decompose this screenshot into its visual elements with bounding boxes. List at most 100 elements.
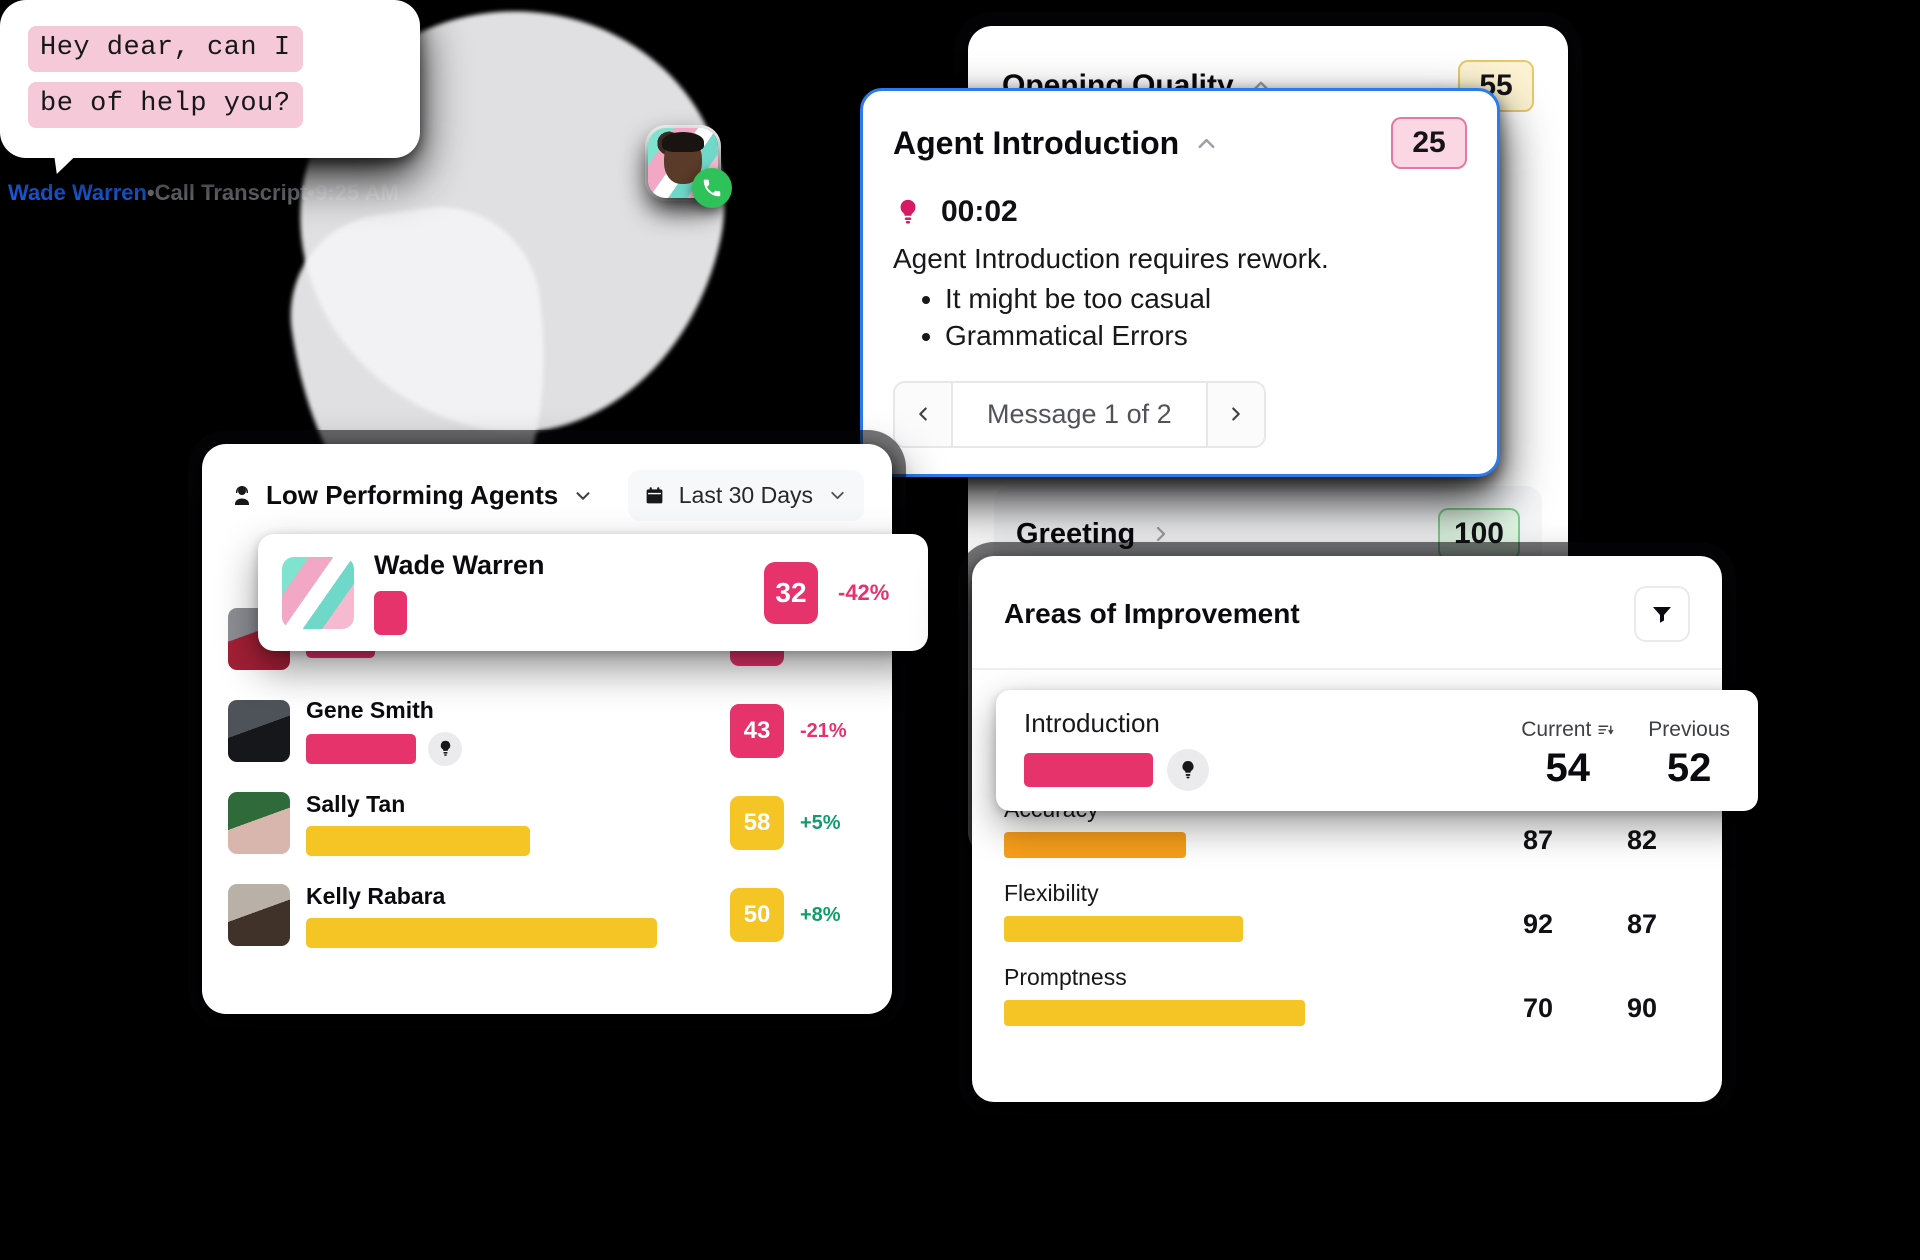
areas-of-improvement-title: Areas of Improvement: [1004, 598, 1300, 629]
metric-row[interactable]: Promptness 70 90: [972, 954, 1722, 1038]
table-row[interactable]: Sally Tan 58 +5%: [202, 777, 892, 869]
metric-info: Flexibility: [1004, 880, 1482, 942]
agent-score-badge: 32: [764, 561, 818, 624]
avatar-hair: [662, 132, 704, 152]
metric-info: Promptness: [1004, 964, 1482, 1026]
metric-current-value: 70: [1522, 993, 1554, 1023]
insight-summary: Agent Introduction requires rework.: [893, 243, 1329, 274]
metric-name: Flexibility: [1004, 880, 1099, 906]
areas-of-improvement-header: Areas of Improvement: [972, 556, 1722, 670]
bubble-tail: [52, 140, 92, 174]
metric-current-value: 87: [1522, 825, 1554, 855]
agent-info: Sally Tan: [306, 791, 714, 856]
metric-name: Promptness: [1004, 964, 1127, 990]
metric-current-value: 92: [1522, 909, 1554, 939]
metric-info: Introduction: [1024, 708, 1521, 791]
score-bar: [306, 917, 657, 948]
previous-message-button[interactable]: [895, 382, 953, 446]
low-performing-agents-title: Low Performing Agents: [266, 480, 559, 510]
agent-score-badge: 58: [730, 796, 784, 850]
chevron-down-icon[interactable]: [572, 485, 594, 507]
chevron-right-icon[interactable]: [1149, 522, 1173, 546]
agent-name: Gene Smith: [306, 696, 434, 723]
table-row[interactable]: Kelly Rabara 50 +8%: [202, 869, 892, 961]
transcript-line: Hey dear, can I: [28, 26, 303, 72]
date-range-label: Last 30 Days: [678, 482, 813, 508]
score-bar-wrap: [306, 731, 714, 766]
previous-label: Previous: [1648, 718, 1730, 741]
metric-name: Introduction: [1024, 708, 1160, 738]
sort-icon[interactable]: [1597, 722, 1614, 739]
agent-name: Wade Warren: [374, 550, 545, 580]
insight-time-row: 00:02: [893, 195, 1467, 229]
agent-info: Kelly Rabara: [306, 883, 714, 948]
low-performing-agents-card: Low Performing Agents Last 30 Days Gene …: [202, 444, 892, 1014]
agent-introduction-header[interactable]: Agent Introduction 25: [893, 117, 1467, 169]
insight-issue-item: It might be too casual: [945, 281, 1467, 318]
avatar: [228, 884, 290, 946]
score-bar: [306, 825, 531, 856]
agent-delta: +8%: [800, 903, 841, 926]
metric-columns: Current 54 Previous 52: [1521, 718, 1730, 791]
lightbulb-icon[interactable]: [428, 731, 463, 766]
agent-introduction-score-badge: 25: [1391, 117, 1467, 169]
metric-bar: [1004, 1000, 1306, 1026]
metric-bar: [1004, 832, 1186, 858]
score-bar-wrap: [374, 591, 744, 635]
score-bar: [306, 733, 417, 764]
insight-timestamp: 00:02: [941, 195, 1018, 228]
agent-info: Gene Smith: [306, 697, 714, 766]
lightbulb-icon[interactable]: [1167, 749, 1210, 791]
phone-icon[interactable]: [692, 168, 732, 208]
previous-column: Previous 52: [1648, 718, 1730, 791]
transcript-source: Call Transcript: [154, 180, 308, 205]
low-performing-agents-header: Low Performing Agents Last 30 Days: [202, 444, 892, 531]
agent-score-badge: 43: [730, 704, 784, 758]
agent-score-badge: 50: [730, 888, 784, 942]
metric-current-value: 54: [1545, 746, 1591, 790]
agent-name: Sally Tan: [306, 790, 406, 817]
metric-row[interactable]: Flexibility 92 87: [972, 870, 1722, 954]
table-row[interactable]: Gene Smith 43 -21%: [202, 685, 892, 777]
screenshot-stage: Opening Quality 55 Greeting 100 Hey dear…: [0, 0, 1920, 1260]
featured-agent-row[interactable]: Wade Warren 32 -42%: [258, 534, 928, 651]
current-label: Current: [1521, 718, 1592, 741]
current-column[interactable]: Current 54: [1521, 718, 1614, 791]
metric-previous-value: 82: [1626, 825, 1658, 855]
chat-bubble: Hey dear, can I be of help you?: [0, 0, 420, 174]
previous-column-header: Previous: [1648, 718, 1730, 742]
meta-separator: •: [146, 180, 155, 205]
insight-issue-list: It might be too casual Grammatical Error…: [945, 281, 1467, 355]
agent-introduction-card: Agent Introduction 25 00:02 Agent Introd…: [860, 88, 1500, 477]
agent-delta: -42%: [838, 579, 890, 605]
transcript-line: be of help you?: [28, 82, 303, 128]
date-range-selector[interactable]: Last 30 Days: [627, 470, 864, 521]
areas-of-improvement-card: Areas of Improvement Accuracy 87 82 Flex…: [972, 556, 1722, 1102]
metric-previous-value: 52: [1666, 746, 1712, 790]
agent-info: Wade Warren: [374, 550, 744, 635]
agent-delta: +5%: [800, 811, 841, 834]
chevron-up-icon[interactable]: [1193, 130, 1220, 157]
agent-name: Kelly Rabara: [306, 882, 446, 909]
metric-previous-value: 87: [1626, 909, 1658, 939]
agent-delta: -21%: [800, 719, 847, 742]
insight-issue-item: Grammatical Errors: [945, 318, 1467, 355]
filter-icon[interactable]: [1634, 586, 1690, 642]
next-message-button[interactable]: [1205, 382, 1264, 446]
featured-metric-row[interactable]: Introduction Current 54 Previous 52: [996, 690, 1758, 811]
lightbulb-icon: [893, 197, 923, 227]
message-navigator: Message 1 of 2: [893, 380, 1266, 448]
calendar-icon: [644, 485, 665, 506]
greeting-label: Greeting: [1016, 517, 1136, 550]
current-column-header: Current: [1521, 718, 1614, 742]
chevron-down-icon[interactable]: [827, 485, 848, 506]
transcript-agent-name[interactable]: Wade Warren: [8, 180, 147, 205]
avatar: [228, 700, 290, 762]
agent-headset-icon: [230, 484, 254, 508]
greeting-score-badge: 100: [1437, 508, 1520, 560]
low-performing-agents-title-group[interactable]: Low Performing Agents: [230, 480, 594, 511]
score-bar-wrap: [306, 917, 714, 948]
metric-previous-value: 90: [1626, 993, 1658, 1023]
metric-bar: [1004, 916, 1243, 942]
score-bar: [374, 591, 408, 635]
